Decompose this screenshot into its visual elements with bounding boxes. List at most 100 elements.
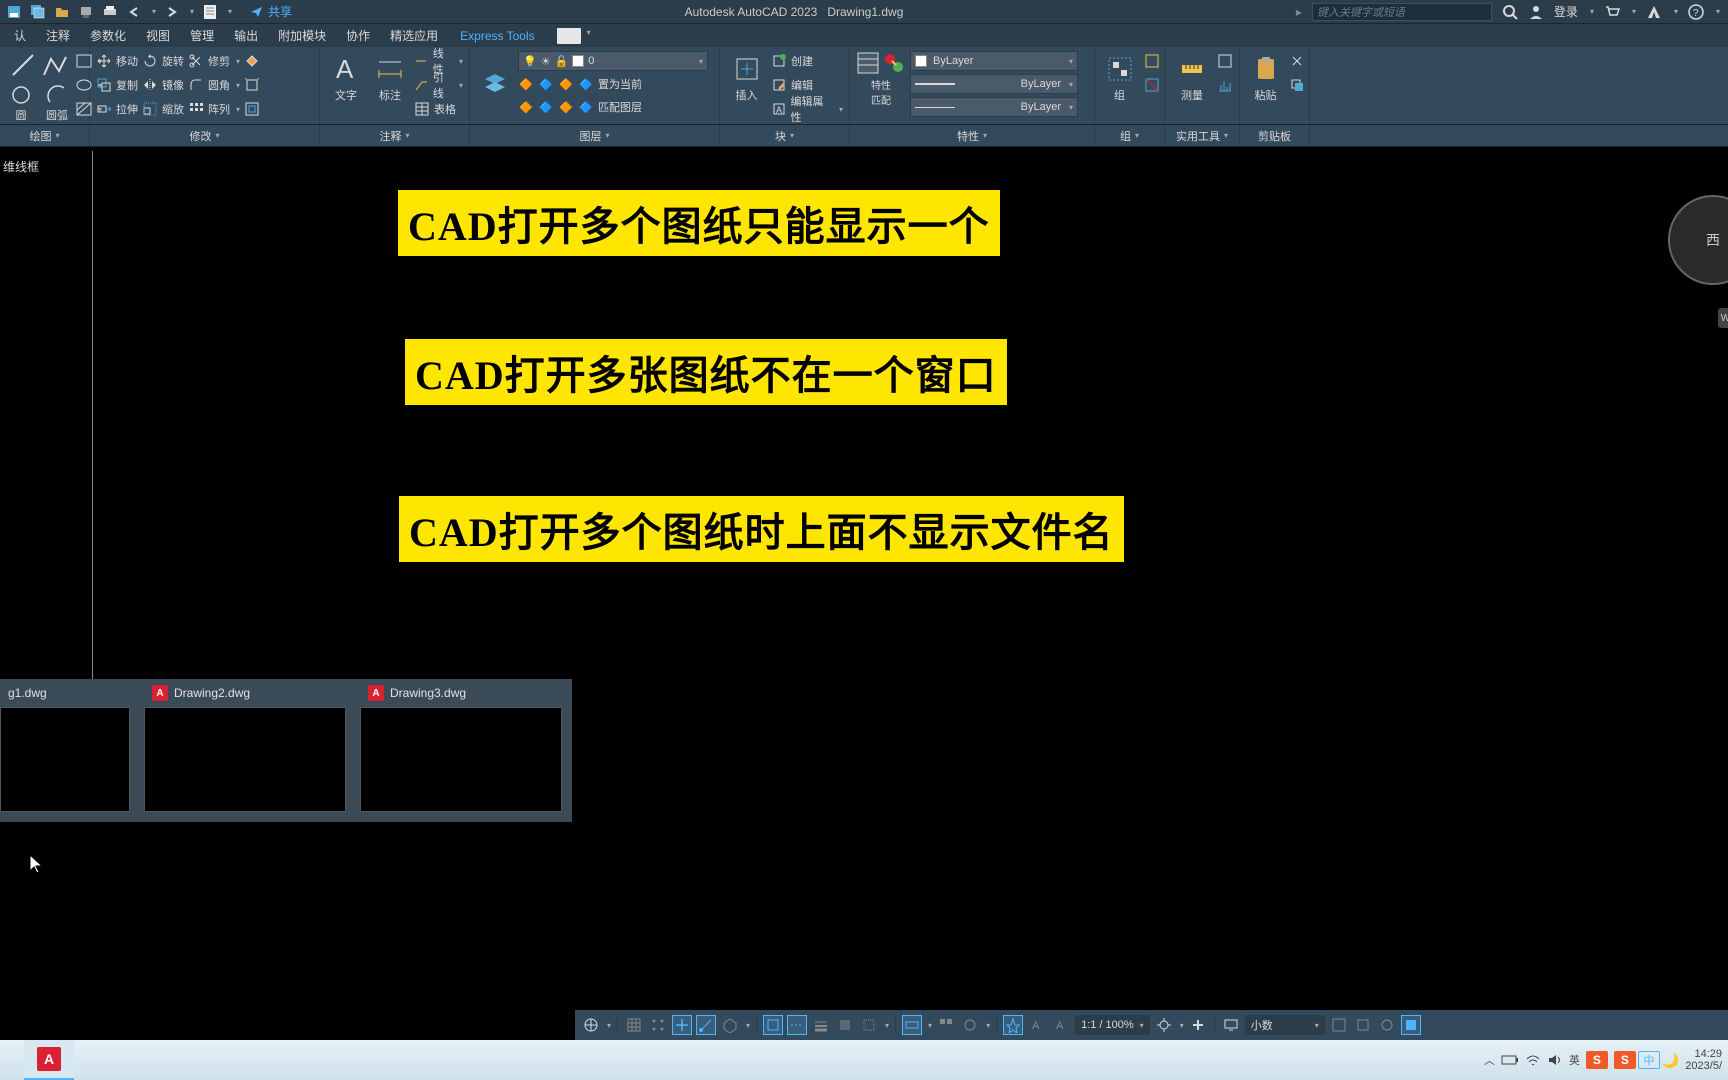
tab-manage[interactable]: 管理 [180,23,224,48]
preview-1[interactable]: g1.dwg [0,679,130,812]
otrack-icon[interactable] [787,1015,807,1035]
login-label[interactable]: 登录 [1554,3,1578,20]
save-icon[interactable] [6,4,22,20]
ptitle-draw[interactable]: 绘图▾ [0,125,90,146]
plus-icon[interactable] [1188,1015,1208,1035]
group-button[interactable]: 组 [1100,51,1140,105]
iso-icon[interactable] [720,1015,740,1035]
measure-button[interactable]: 测量 [1171,51,1213,105]
layer-row1[interactable]: 🔶🔷🔶🔷置为当前 [518,74,642,94]
preview-2[interactable]: ADrawing2.dwg [144,679,346,812]
ortho-icon[interactable] [672,1015,692,1035]
taskbar-app-autocad[interactable]: A [24,1040,74,1080]
sel-icon[interactable] [859,1015,879,1035]
ann2-icon[interactable]: A [1027,1015,1047,1035]
viewport-label[interactable]: 维线框 [3,158,39,175]
redo-icon[interactable] [164,4,180,20]
gear-icon[interactable] [1154,1015,1174,1035]
viewcube[interactable]: 西 [1668,195,1728,285]
open-icon[interactable] [54,4,70,20]
nav-wheel-icon[interactable]: W [1718,308,1728,328]
copy-clip-icon[interactable] [1290,75,1304,95]
text-button[interactable]: A 文字 [326,51,366,105]
rotate-button[interactable]: 旋转 [142,51,184,71]
cart-icon[interactable] [1604,4,1620,20]
tab-home[interactable]: 认 [4,23,36,48]
tray-chevron-icon[interactable]: ︿ [1484,1052,1495,1068]
ann3-icon[interactable]: A [1051,1015,1071,1035]
osnap-icon[interactable] [763,1015,783,1035]
tab-output[interactable]: 输出 [224,23,268,48]
group-ico2[interactable] [1144,75,1160,95]
tab-blank[interactable] [557,28,581,44]
tray-en[interactable]: 英 [1569,1052,1580,1068]
monitor-icon[interactable] [1221,1015,1241,1035]
linear-button[interactable]: 线性▾ [414,51,463,71]
preview-3[interactable]: ADrawing3.dwg [360,679,562,812]
tab-collaborate[interactable]: 协作 [336,23,380,48]
undo-icon[interactable] [126,4,142,20]
sogou-icon[interactable]: S [1586,1051,1608,1069]
sc-icon[interactable] [960,1015,980,1035]
paste-button[interactable]: 粘贴 [1246,51,1286,105]
plot-icon[interactable] [78,4,94,20]
group-ico1[interactable] [1144,51,1160,71]
snap-icon[interactable] [648,1015,668,1035]
page-icon[interactable] [202,4,218,20]
lineweight-combo[interactable]: ByLayer▾ [910,74,1078,94]
dyn-icon[interactable] [902,1015,922,1035]
ptitle-clip[interactable]: 剪贴板 [1240,125,1310,146]
ptitle-block[interactable]: 块▾ [720,125,850,146]
color-combo[interactable]: ByLayer▾ [910,51,1078,71]
trim-button[interactable]: 修剪▾ [188,51,240,71]
qp-icon[interactable] [936,1015,956,1035]
st-end4[interactable] [1401,1015,1421,1035]
cut-icon[interactable] [1290,51,1304,71]
tab-addins[interactable]: 附加模块 [268,23,336,48]
fillet-button[interactable]: 圆角▾ [188,75,240,95]
props-icon[interactable] [856,51,880,75]
leader-button[interactable]: 引线▾ [414,75,463,95]
st-end2[interactable] [1353,1015,1373,1035]
ptitle-modify[interactable]: 修改▾ [90,125,320,146]
move-button[interactable]: 移动 [96,51,138,71]
insert-button[interactable]: 插入 [726,51,767,105]
saveall-icon[interactable] [30,4,46,20]
search-input[interactable]: 键入关键字或短语 [1312,3,1492,21]
help-dropdown-icon[interactable]: ▾ [1716,7,1720,16]
undo-dropdown-icon[interactable]: ▾ [152,7,156,16]
matchprop-icon[interactable] [882,51,906,75]
circle-button[interactable]: 圆 [6,83,36,125]
user-icon[interactable] [1528,4,1544,20]
layerprops-button[interactable] [476,66,514,102]
st-end1[interactable] [1329,1015,1349,1035]
table-button[interactable]: 表格 [414,99,463,119]
model-icon[interactable] [581,1015,601,1035]
wifi-icon[interactable] [1525,1053,1541,1067]
tab-annotate[interactable]: 注释 [36,23,80,48]
tab-express[interactable]: Express Tools [450,25,544,47]
redo-dropdown-icon[interactable]: ▾ [190,7,194,16]
dim-button[interactable]: 标注 [370,51,410,105]
scale-display[interactable]: 1:1 / 100%▾ [1075,1015,1150,1035]
share-button[interactable]: 共享 [250,3,292,20]
autodesk-icon[interactable] [1646,4,1662,20]
ime-indicator[interactable]: S 中 🌙 [1614,1051,1679,1069]
clock[interactable]: 14:29 2023/5/ [1685,1048,1722,1072]
copy-button[interactable]: 复制 [96,75,138,95]
ptitle-util[interactable]: 实用工具▾ [1165,125,1240,146]
polyline-icon[interactable] [41,51,69,79]
ptitle-layers[interactable]: 图层▾ [470,125,720,146]
linetype-combo[interactable]: ByLayer▾ [910,97,1078,117]
login-dropdown-icon[interactable]: ▾ [1590,7,1594,16]
ann-icon[interactable] [1003,1015,1023,1035]
edit-button[interactable]: 编辑 [771,75,843,95]
line-icon[interactable] [9,51,37,79]
grid-icon[interactable] [624,1015,644,1035]
arc-button[interactable]: 圆弧 [42,83,72,125]
ptitle-props[interactable]: 特性▾ [850,125,1095,146]
polar-icon[interactable] [696,1015,716,1035]
a-dropdown-icon[interactable]: ▾ [1674,7,1678,16]
layer-row2[interactable]: 🔶🔷🔶🔷匹配图层 [518,97,642,117]
st-end3[interactable] [1377,1015,1397,1035]
